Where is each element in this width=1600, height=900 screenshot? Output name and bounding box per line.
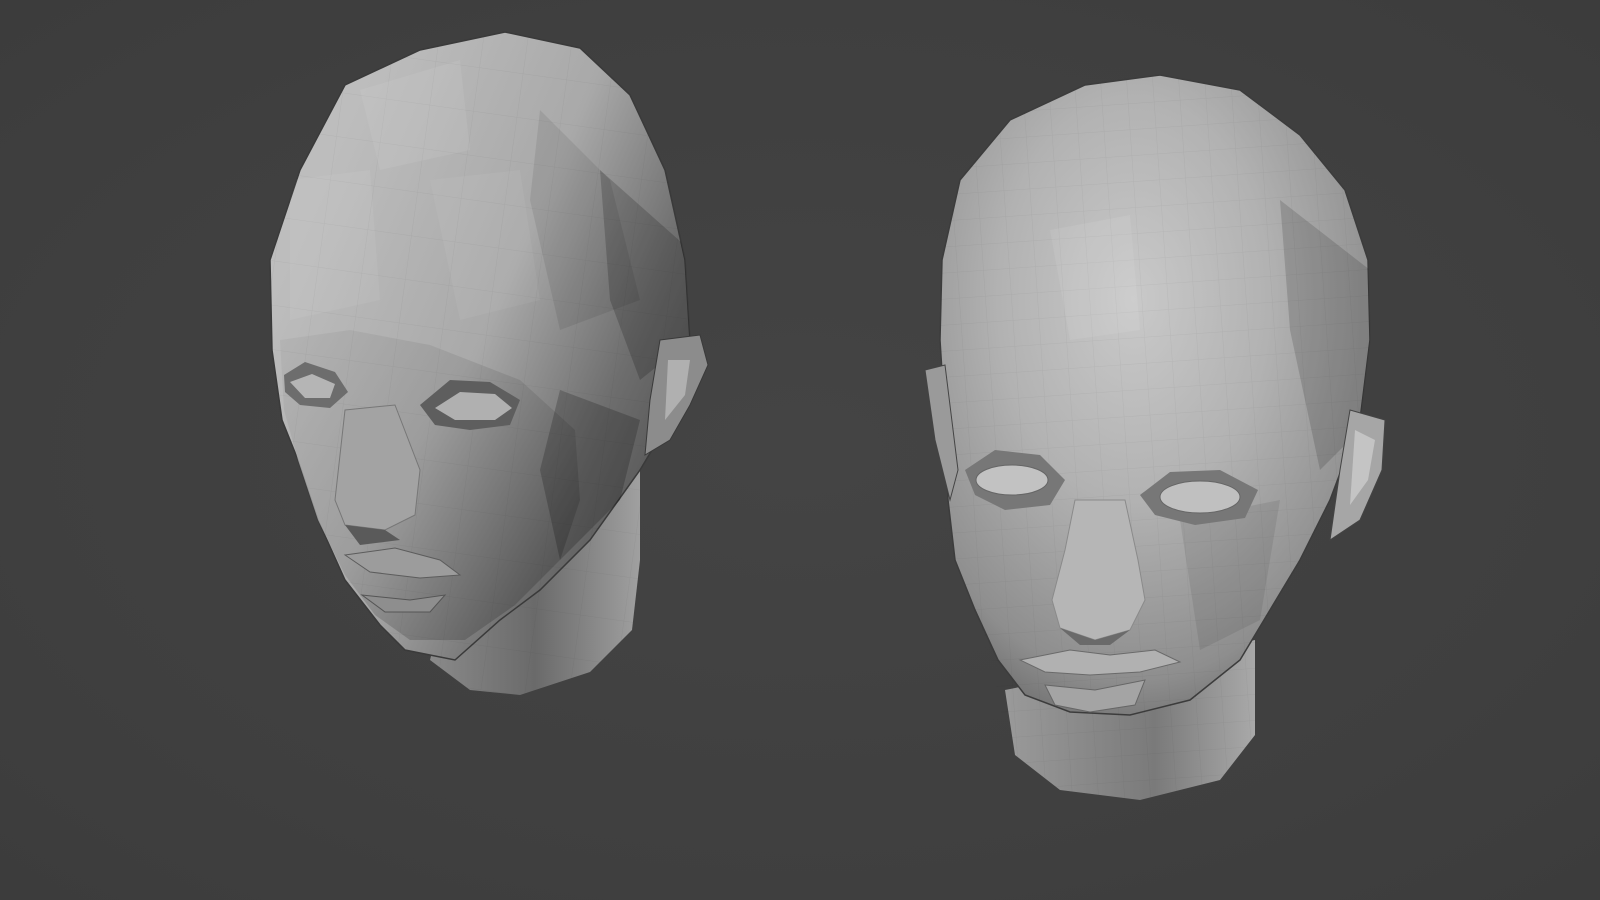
scene-canvas[interactable]	[0, 0, 1600, 900]
subdivided-right-eye	[1159, 480, 1241, 514]
low-poly-facets	[270, 32, 690, 695]
3d-viewport[interactable]	[0, 0, 1600, 900]
subdivided-left-eye	[975, 464, 1049, 496]
low-poly-head[interactable]	[260, 20, 709, 710]
subdivided-facets	[940, 75, 1370, 800]
subdivided-head[interactable]	[924, 60, 1390, 820]
